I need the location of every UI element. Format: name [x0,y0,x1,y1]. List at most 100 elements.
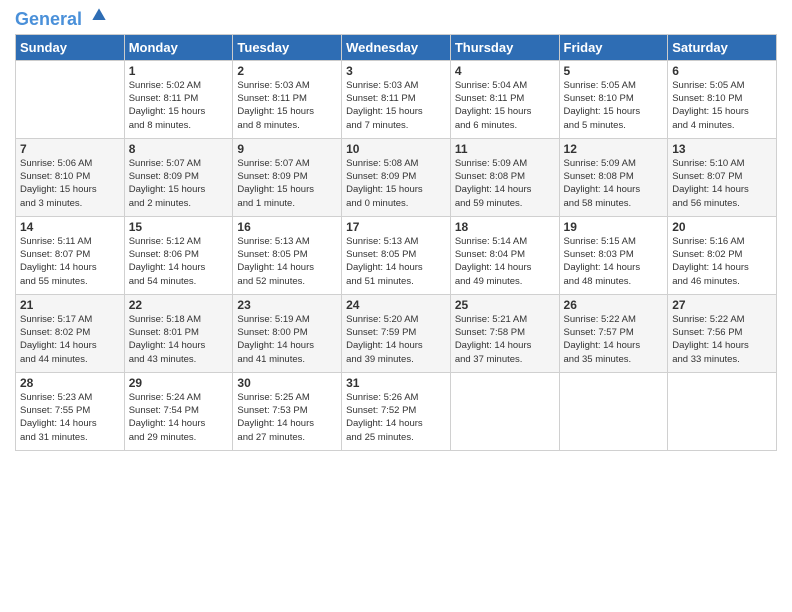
day-number: 15 [129,220,229,234]
day-cell [16,60,125,138]
day-info: Sunrise: 5:11 AM Sunset: 8:07 PM Dayligh… [20,235,120,288]
day-info: Sunrise: 5:22 AM Sunset: 7:57 PM Dayligh… [564,313,664,366]
day-cell: 2Sunrise: 5:03 AM Sunset: 8:11 PM Daylig… [233,60,342,138]
day-number: 7 [20,142,120,156]
day-number: 30 [237,376,337,390]
day-cell: 15Sunrise: 5:12 AM Sunset: 8:06 PM Dayli… [124,216,233,294]
day-cell: 28Sunrise: 5:23 AM Sunset: 7:55 PM Dayli… [16,372,125,450]
day-info: Sunrise: 5:15 AM Sunset: 8:03 PM Dayligh… [564,235,664,288]
day-number: 21 [20,298,120,312]
day-cell: 17Sunrise: 5:13 AM Sunset: 8:05 PM Dayli… [342,216,451,294]
day-cell: 9Sunrise: 5:07 AM Sunset: 8:09 PM Daylig… [233,138,342,216]
day-info: Sunrise: 5:13 AM Sunset: 8:05 PM Dayligh… [237,235,337,288]
day-info: Sunrise: 5:05 AM Sunset: 8:10 PM Dayligh… [564,79,664,132]
logo: General [15,10,109,26]
day-info: Sunrise: 5:24 AM Sunset: 7:54 PM Dayligh… [129,391,229,444]
day-cell: 1Sunrise: 5:02 AM Sunset: 8:11 PM Daylig… [124,60,233,138]
header: General [15,10,777,26]
day-cell [559,372,668,450]
day-cell: 7Sunrise: 5:06 AM Sunset: 8:10 PM Daylig… [16,138,125,216]
day-cell: 13Sunrise: 5:10 AM Sunset: 8:07 PM Dayli… [668,138,777,216]
day-number: 31 [346,376,446,390]
day-number: 4 [455,64,555,78]
day-cell: 14Sunrise: 5:11 AM Sunset: 8:07 PM Dayli… [16,216,125,294]
day-number: 26 [564,298,664,312]
day-number: 11 [455,142,555,156]
day-info: Sunrise: 5:10 AM Sunset: 8:07 PM Dayligh… [672,157,772,210]
day-number: 3 [346,64,446,78]
day-info: Sunrise: 5:02 AM Sunset: 8:11 PM Dayligh… [129,79,229,132]
day-number: 12 [564,142,664,156]
main-container: General SundayMondayTuesdayWednesdayThur… [0,0,792,612]
day-number: 24 [346,298,446,312]
day-number: 23 [237,298,337,312]
day-cell: 30Sunrise: 5:25 AM Sunset: 7:53 PM Dayli… [233,372,342,450]
day-number: 14 [20,220,120,234]
weekday-header-wednesday: Wednesday [342,34,451,60]
day-info: Sunrise: 5:09 AM Sunset: 8:08 PM Dayligh… [564,157,664,210]
day-cell: 3Sunrise: 5:03 AM Sunset: 8:11 PM Daylig… [342,60,451,138]
day-info: Sunrise: 5:04 AM Sunset: 8:11 PM Dayligh… [455,79,555,132]
day-cell: 31Sunrise: 5:26 AM Sunset: 7:52 PM Dayli… [342,372,451,450]
day-info: Sunrise: 5:20 AM Sunset: 7:59 PM Dayligh… [346,313,446,366]
day-number: 8 [129,142,229,156]
day-number: 29 [129,376,229,390]
day-cell: 16Sunrise: 5:13 AM Sunset: 8:05 PM Dayli… [233,216,342,294]
day-info: Sunrise: 5:21 AM Sunset: 7:58 PM Dayligh… [455,313,555,366]
day-info: Sunrise: 5:09 AM Sunset: 8:08 PM Dayligh… [455,157,555,210]
calendar-table: SundayMondayTuesdayWednesdayThursdayFrid… [15,34,777,451]
day-cell [668,372,777,450]
week-row-2: 7Sunrise: 5:06 AM Sunset: 8:10 PM Daylig… [16,138,777,216]
day-info: Sunrise: 5:08 AM Sunset: 8:09 PM Dayligh… [346,157,446,210]
day-info: Sunrise: 5:25 AM Sunset: 7:53 PM Dayligh… [237,391,337,444]
day-info: Sunrise: 5:16 AM Sunset: 8:02 PM Dayligh… [672,235,772,288]
day-cell: 4Sunrise: 5:04 AM Sunset: 8:11 PM Daylig… [450,60,559,138]
day-number: 17 [346,220,446,234]
day-cell: 22Sunrise: 5:18 AM Sunset: 8:01 PM Dayli… [124,294,233,372]
week-row-4: 21Sunrise: 5:17 AM Sunset: 8:02 PM Dayli… [16,294,777,372]
day-cell: 18Sunrise: 5:14 AM Sunset: 8:04 PM Dayli… [450,216,559,294]
day-info: Sunrise: 5:13 AM Sunset: 8:05 PM Dayligh… [346,235,446,288]
weekday-header-monday: Monday [124,34,233,60]
day-info: Sunrise: 5:07 AM Sunset: 8:09 PM Dayligh… [129,157,229,210]
day-number: 18 [455,220,555,234]
day-number: 5 [564,64,664,78]
weekday-header-sunday: Sunday [16,34,125,60]
day-info: Sunrise: 5:12 AM Sunset: 8:06 PM Dayligh… [129,235,229,288]
day-number: 20 [672,220,772,234]
day-info: Sunrise: 5:26 AM Sunset: 7:52 PM Dayligh… [346,391,446,444]
weekday-header-tuesday: Tuesday [233,34,342,60]
day-number: 27 [672,298,772,312]
day-info: Sunrise: 5:03 AM Sunset: 8:11 PM Dayligh… [237,79,337,132]
calendar-header: SundayMondayTuesdayWednesdayThursdayFrid… [16,34,777,60]
day-number: 2 [237,64,337,78]
day-cell: 6Sunrise: 5:05 AM Sunset: 8:10 PM Daylig… [668,60,777,138]
day-number: 25 [455,298,555,312]
day-info: Sunrise: 5:18 AM Sunset: 8:01 PM Dayligh… [129,313,229,366]
calendar-body: 1Sunrise: 5:02 AM Sunset: 8:11 PM Daylig… [16,60,777,450]
week-row-1: 1Sunrise: 5:02 AM Sunset: 8:11 PM Daylig… [16,60,777,138]
day-cell: 25Sunrise: 5:21 AM Sunset: 7:58 PM Dayli… [450,294,559,372]
week-row-5: 28Sunrise: 5:23 AM Sunset: 7:55 PM Dayli… [16,372,777,450]
day-cell: 11Sunrise: 5:09 AM Sunset: 8:08 PM Dayli… [450,138,559,216]
day-number: 13 [672,142,772,156]
day-number: 16 [237,220,337,234]
day-cell: 8Sunrise: 5:07 AM Sunset: 8:09 PM Daylig… [124,138,233,216]
weekday-header-saturday: Saturday [668,34,777,60]
day-number: 22 [129,298,229,312]
day-cell: 21Sunrise: 5:17 AM Sunset: 8:02 PM Dayli… [16,294,125,372]
day-cell: 23Sunrise: 5:19 AM Sunset: 8:00 PM Dayli… [233,294,342,372]
day-cell: 20Sunrise: 5:16 AM Sunset: 8:02 PM Dayli… [668,216,777,294]
weekday-header-friday: Friday [559,34,668,60]
day-info: Sunrise: 5:14 AM Sunset: 8:04 PM Dayligh… [455,235,555,288]
day-info: Sunrise: 5:05 AM Sunset: 8:10 PM Dayligh… [672,79,772,132]
day-info: Sunrise: 5:03 AM Sunset: 8:11 PM Dayligh… [346,79,446,132]
weekday-row: SundayMondayTuesdayWednesdayThursdayFrid… [16,34,777,60]
day-number: 1 [129,64,229,78]
logo-icon [89,5,109,25]
day-cell: 12Sunrise: 5:09 AM Sunset: 8:08 PM Dayli… [559,138,668,216]
day-info: Sunrise: 5:17 AM Sunset: 8:02 PM Dayligh… [20,313,120,366]
day-info: Sunrise: 5:07 AM Sunset: 8:09 PM Dayligh… [237,157,337,210]
day-cell: 29Sunrise: 5:24 AM Sunset: 7:54 PM Dayli… [124,372,233,450]
day-number: 19 [564,220,664,234]
